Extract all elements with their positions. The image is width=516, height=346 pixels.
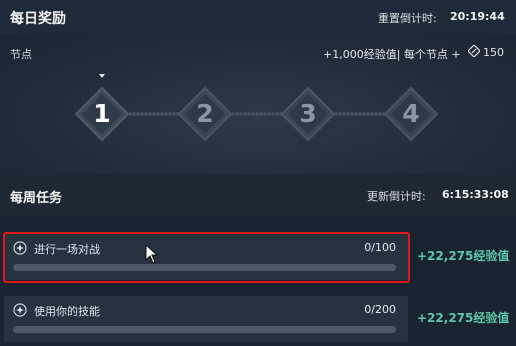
reset-countdown-time: 20:19:44 [450,10,505,23]
reset-countdown-label: 重置倒计时: [378,12,437,25]
node-number: 4 [402,99,420,128]
daily-node-2[interactable]: 2 [178,87,232,141]
star-badge-icon [13,303,27,317]
daily-rewards-title: 每日奖励 [10,11,66,27]
token-icon [468,45,480,57]
node-connector [129,112,181,116]
nodes-label: 节点 [10,48,32,61]
weekly-countdown-label: 更新倒计时: [367,190,426,203]
mouse-cursor-icon [145,244,159,264]
task-progress-text: 0/200 [364,303,396,316]
nodes-reward-text: +1,000经验值| 每个节点 + [323,48,461,61]
daily-node-4[interactable]: 4 [384,87,438,141]
daily-node-3[interactable]: 3 [281,87,335,141]
node-connector [335,112,387,116]
daily-node-1[interactable]: 1 [75,87,129,141]
task-highlight-box [3,232,410,283]
task-name: 使用你的技能 [34,305,100,318]
current-node-marker-icon [99,74,105,78]
weekly-missions-title: 每周任务 [10,191,63,206]
weekly-header [0,174,516,216]
daily-header [0,0,516,34]
node-number: 1 [93,99,111,128]
node-number: 2 [196,99,214,128]
task-progress-bar [13,326,396,333]
node-number: 3 [299,99,317,128]
task-reward: +22,275经验值 [417,249,510,263]
weekly-countdown-time: 6:15:33:08 [442,188,509,201]
task-row[interactable]: 使用你的技能 0/200 [4,296,408,342]
task-reward: +22,275经验值 [417,311,510,325]
token-count: 150 [483,46,504,59]
node-connector [232,112,284,116]
